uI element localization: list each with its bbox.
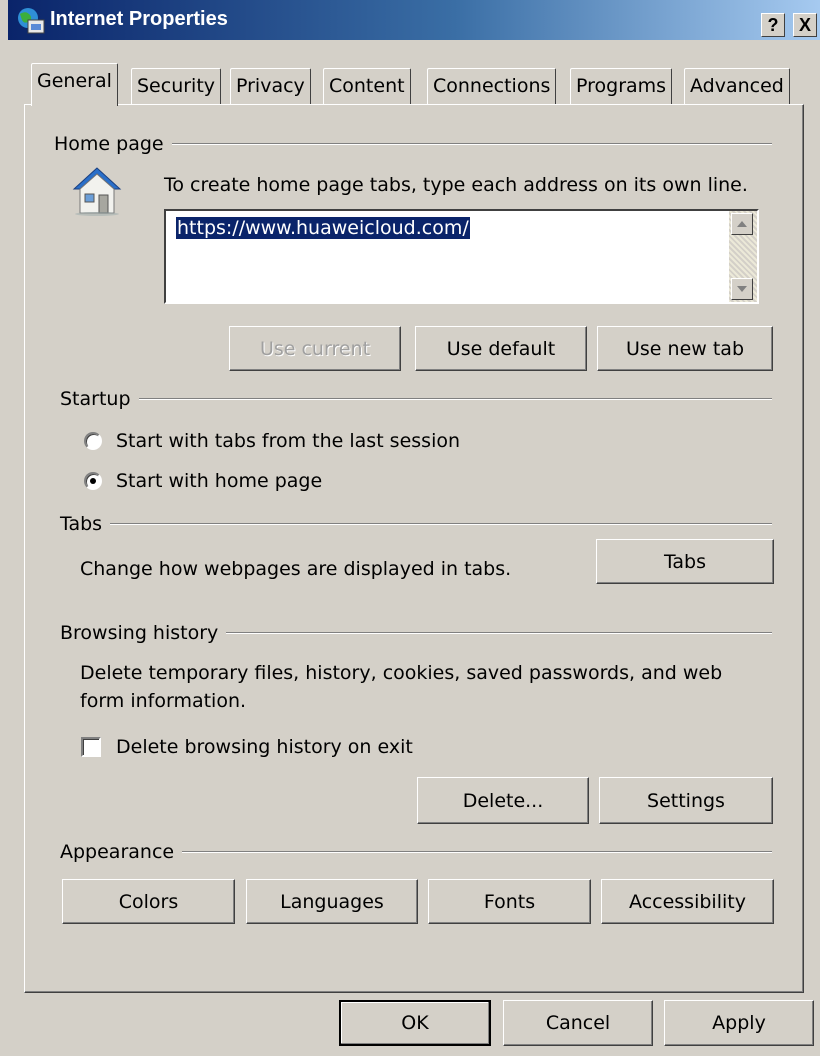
accessibility-button[interactable]: Accessibility: [601, 879, 774, 924]
apply-button[interactable]: Apply: [664, 1000, 814, 1046]
ok-button[interactable]: OK: [339, 1000, 491, 1046]
tabs-group: Tabs: [60, 512, 772, 536]
group-label: Appearance: [60, 841, 175, 863]
group-divider: [138, 398, 772, 400]
close-button[interactable]: X: [793, 13, 817, 37]
browsing-history-group: Browsing history: [60, 621, 772, 645]
tabs-settings-button[interactable]: Tabs: [596, 539, 774, 584]
radio-last-session[interactable]: [84, 432, 102, 450]
window-title: Internet Properties: [50, 8, 228, 30]
radio-last-session-label[interactable]: Start with tabs from the last session: [116, 430, 460, 452]
cancel-button[interactable]: Cancel: [503, 1000, 653, 1046]
home-page-instruction: To create home page tabs, type each addr…: [164, 174, 748, 196]
house-icon: [72, 167, 122, 216]
tab-content[interactable]: Content: [323, 68, 411, 104]
group-divider: [226, 632, 772, 634]
radio-home-page-label[interactable]: Start with home page: [116, 470, 322, 492]
vertical-scrollbar[interactable]: [729, 211, 757, 302]
tab-general[interactable]: General: [31, 63, 118, 106]
startup-group: Startup: [60, 387, 772, 411]
home-page-group: Home page: [54, 132, 772, 156]
scroll-down-button[interactable]: [731, 278, 753, 300]
group-label: Tabs: [60, 513, 103, 535]
group-label: Browsing history: [60, 622, 219, 644]
scroll-up-button[interactable]: [731, 213, 753, 235]
tab-programs[interactable]: Programs: [570, 68, 673, 104]
history-settings-button[interactable]: Settings: [599, 777, 773, 824]
home-page-url-textbox[interactable]: https://www.huaweicloud.com/: [164, 209, 759, 304]
appearance-group: Appearance: [60, 840, 772, 864]
languages-button[interactable]: Languages: [246, 879, 418, 924]
home-page-url-value[interactable]: https://www.huaweicloud.com/: [176, 217, 470, 239]
fonts-button[interactable]: Fonts: [428, 879, 591, 924]
colors-button[interactable]: Colors: [62, 879, 235, 924]
help-button[interactable]: ?: [761, 13, 785, 37]
title-bar[interactable]: Internet Properties ? X: [8, 0, 820, 40]
tab-advanced[interactable]: Advanced: [684, 68, 790, 104]
group-divider: [182, 851, 772, 853]
tab-security[interactable]: Security: [131, 68, 222, 104]
radio-selected-dot: [90, 478, 96, 484]
history-description-line1: Delete temporary files, history, cookies…: [80, 662, 723, 684]
history-description-line2: form information.: [80, 690, 247, 712]
delete-button[interactable]: Delete...: [417, 777, 589, 824]
use-new-tab-button[interactable]: Use new tab: [597, 326, 773, 371]
group-label: Startup: [60, 388, 131, 410]
radio-home-page[interactable]: [84, 472, 102, 490]
tabs-description: Change how webpages are displayed in tab…: [80, 558, 512, 580]
arrow-up-icon: [737, 221, 747, 227]
internet-properties-icon: [18, 8, 45, 34]
internet-properties-dialog: Internet Properties ? X General Security…: [0, 0, 820, 1056]
group-label: Home page: [54, 133, 164, 155]
tab-privacy[interactable]: Privacy: [230, 68, 311, 104]
delete-on-exit-checkbox[interactable]: [81, 737, 101, 757]
use-default-button[interactable]: Use default: [415, 326, 587, 371]
group-divider: [110, 523, 772, 525]
delete-on-exit-label[interactable]: Delete browsing history on exit: [116, 736, 413, 758]
tab-connections[interactable]: Connections: [427, 68, 557, 104]
arrow-down-icon: [737, 286, 747, 292]
use-current-button[interactable]: Use current: [229, 326, 401, 371]
group-divider: [171, 143, 772, 145]
